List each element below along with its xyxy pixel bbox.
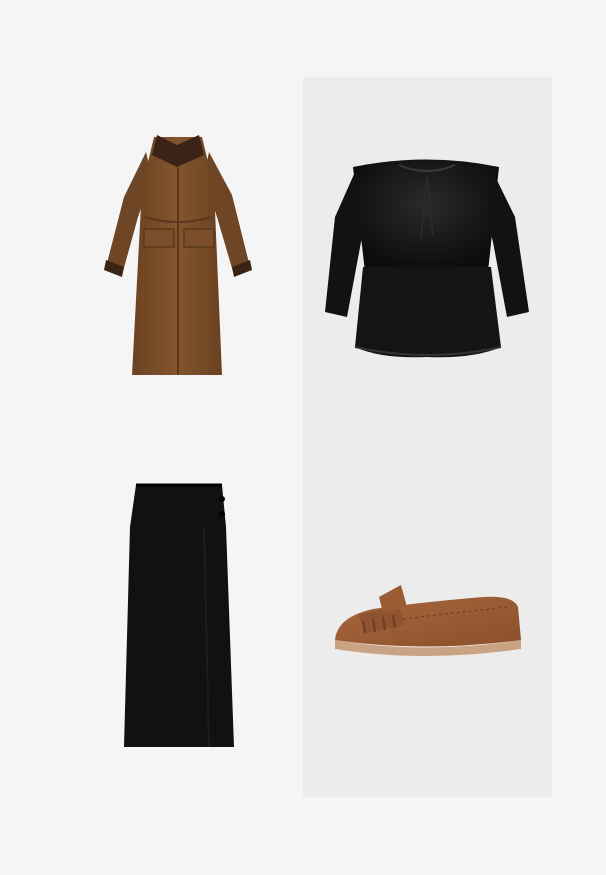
product-tile-skirt[interactable] — [54, 437, 303, 797]
product-tile-coat[interactable] — [54, 77, 303, 437]
product-tile-shoe[interactable] — [303, 437, 552, 797]
trench-coat-image — [104, 135, 252, 375]
suede-moccasin-image — [335, 585, 521, 656]
product-tile-top[interactable] — [303, 77, 552, 437]
velvet-peplum-top-image — [325, 159, 529, 358]
maxi-skirt-image — [124, 483, 234, 748]
